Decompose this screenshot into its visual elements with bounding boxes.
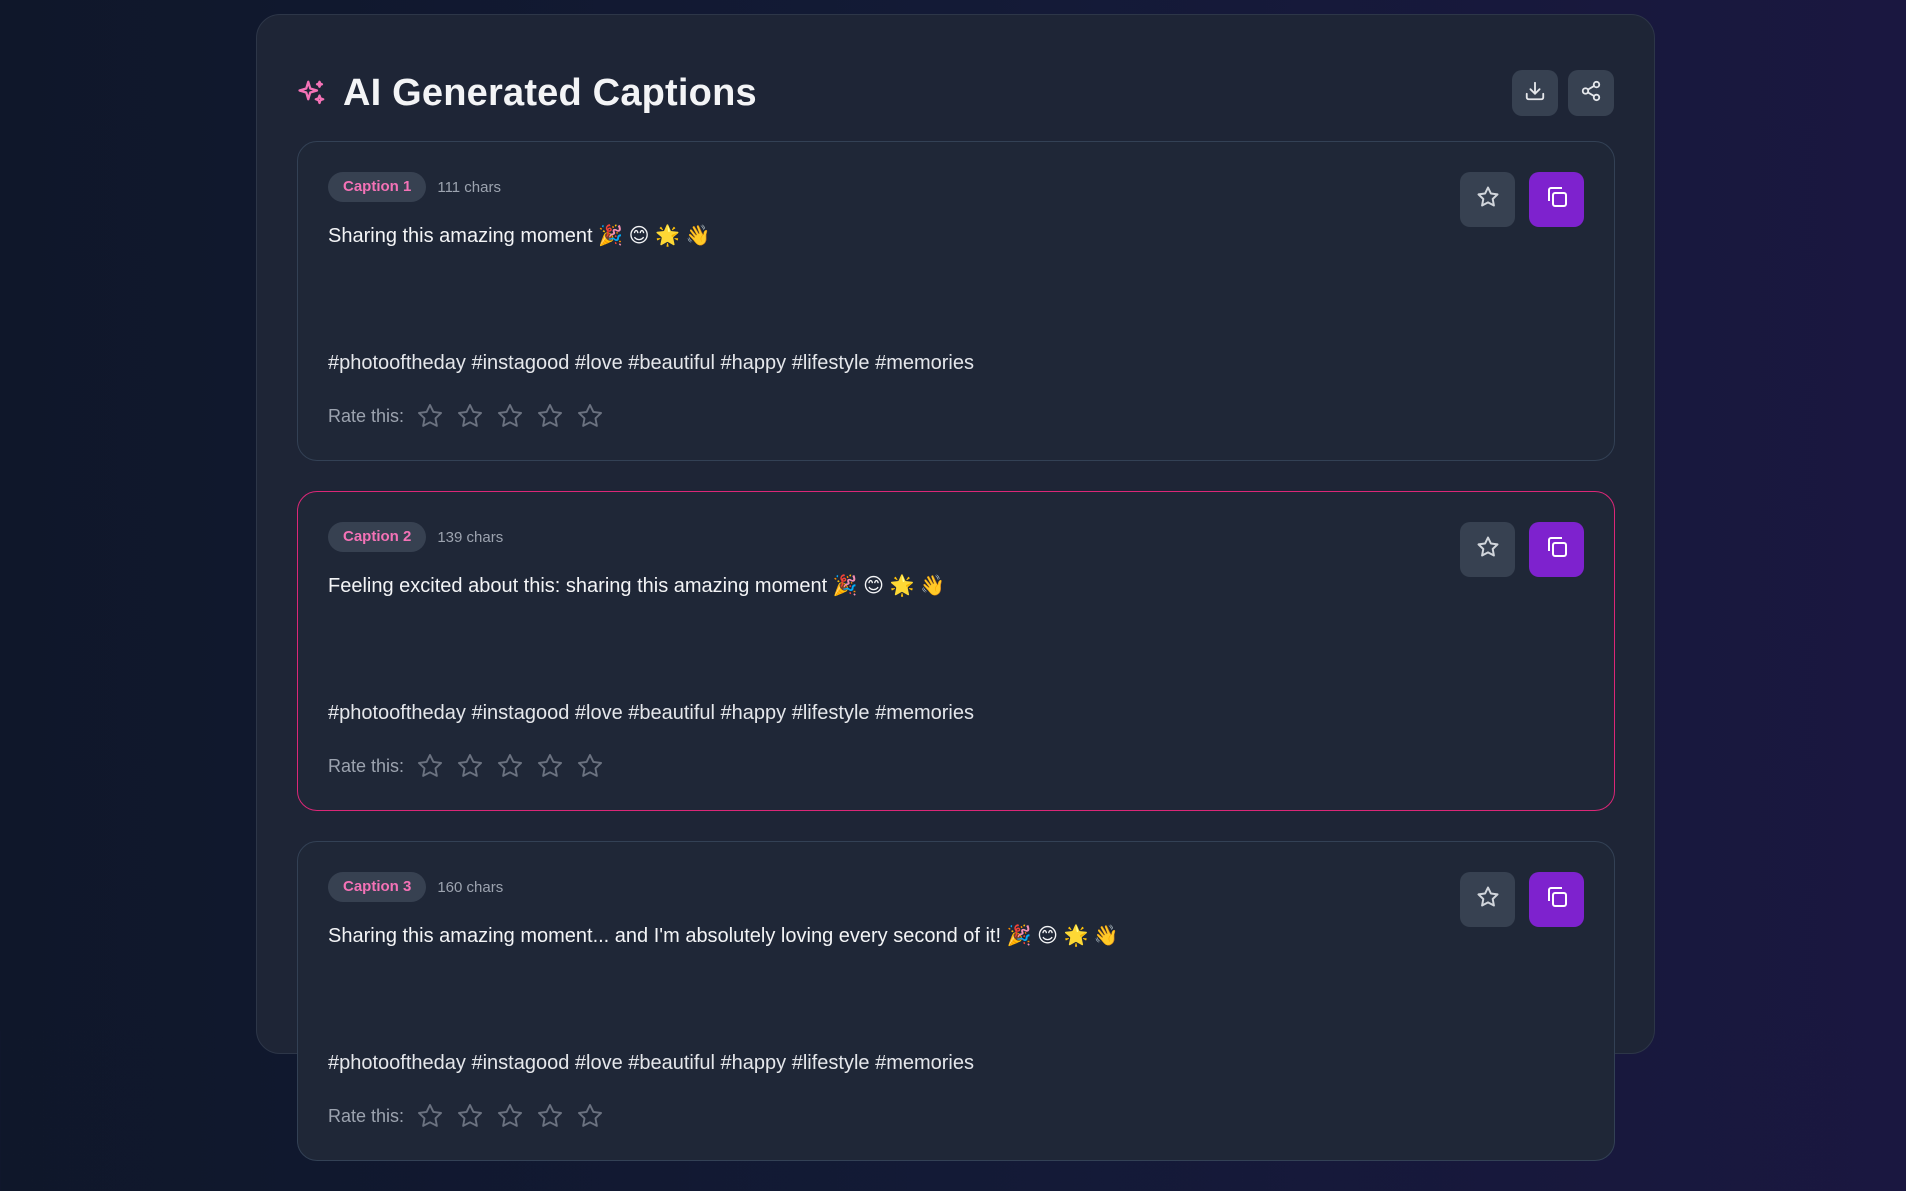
rating-star-5-icon[interactable] xyxy=(574,750,606,782)
caption-hashtags: #photooftheday #instagood #love #beautif… xyxy=(328,702,974,724)
rate-label: Rate this: xyxy=(328,1105,405,1126)
copy-button[interactable] xyxy=(1529,872,1584,927)
rating-star-2-icon[interactable] xyxy=(454,750,486,782)
rating-star-3-icon[interactable] xyxy=(494,1100,526,1132)
caption-hashtags: #photooftheday #instagood #love #beautif… xyxy=(328,1052,974,1074)
rating-star-1-icon[interactable] xyxy=(414,1100,446,1132)
rate-label: Rate this: xyxy=(328,755,405,776)
download-button[interactable] xyxy=(1512,70,1558,116)
caption-card-1[interactable]: Caption 1 111 chars Sharing this amazing… xyxy=(297,141,1615,461)
rating-star-1-icon[interactable] xyxy=(414,400,446,432)
favorite-button[interactable] xyxy=(1460,172,1515,227)
rating-star-1-icon[interactable] xyxy=(414,750,446,782)
download-icon xyxy=(1524,80,1546,107)
rating-star-5-icon[interactable] xyxy=(574,1100,606,1132)
caption-hashtags: #photooftheday #instagood #love #beautif… xyxy=(328,352,974,374)
share-button[interactable] xyxy=(1568,70,1614,116)
rating-star-2-icon[interactable] xyxy=(454,400,486,432)
star-icon xyxy=(1476,885,1500,914)
panel-header: AI Generated Captions xyxy=(297,55,1614,131)
caption-badge: Caption 1 xyxy=(328,172,427,202)
rating-row: Rate this: xyxy=(328,750,614,782)
caption-list: Caption 1 111 chars Sharing this amazing… xyxy=(297,141,1615,1191)
rating-star-3-icon[interactable] xyxy=(494,400,526,432)
rate-label: Rate this: xyxy=(328,405,405,426)
rating-row: Rate this: xyxy=(328,1100,614,1132)
rating-star-5-icon[interactable] xyxy=(574,400,606,432)
favorite-button[interactable] xyxy=(1460,522,1515,577)
caption-badge: Caption 2 xyxy=(328,522,427,552)
copy-icon xyxy=(1545,185,1569,214)
caption-badge: Caption 3 xyxy=(328,872,427,902)
caption-text: Sharing this amazing moment 🎉 😊 🌟 👋 xyxy=(328,225,711,247)
captions-panel: AI Generated Captions Caption 1 111 char… xyxy=(256,14,1655,1161)
rating-star-4-icon[interactable] xyxy=(534,750,566,782)
favorite-button[interactable] xyxy=(1460,872,1515,927)
rating-star-4-icon[interactable] xyxy=(534,400,566,432)
copy-button[interactable] xyxy=(1529,172,1584,227)
caption-card-3[interactable]: Caption 3 160 chars Sharing this amazing… xyxy=(297,841,1615,1161)
page-title: AI Generated Captions xyxy=(343,71,757,114)
star-icon xyxy=(1476,535,1500,564)
copy-icon xyxy=(1545,885,1569,914)
caption-card-2[interactable]: Caption 2 139 chars Feeling excited abou… xyxy=(297,491,1615,811)
sparkles-icon xyxy=(297,78,327,108)
char-count: 139 chars xyxy=(437,528,504,546)
star-icon xyxy=(1476,185,1500,214)
rating-star-3-icon[interactable] xyxy=(494,750,526,782)
share-icon xyxy=(1580,80,1602,107)
copy-button[interactable] xyxy=(1529,522,1584,577)
rating-row: Rate this: xyxy=(328,400,614,432)
caption-text: Sharing this amazing moment... and I'm a… xyxy=(328,925,1119,947)
char-count: 160 chars xyxy=(437,878,504,896)
copy-icon xyxy=(1545,535,1569,564)
rating-star-2-icon[interactable] xyxy=(454,1100,486,1132)
char-count: 111 chars xyxy=(437,178,501,196)
caption-text: Feeling excited about this: sharing this… xyxy=(328,575,945,597)
header-actions xyxy=(1512,70,1614,116)
rating-star-4-icon[interactable] xyxy=(534,1100,566,1132)
